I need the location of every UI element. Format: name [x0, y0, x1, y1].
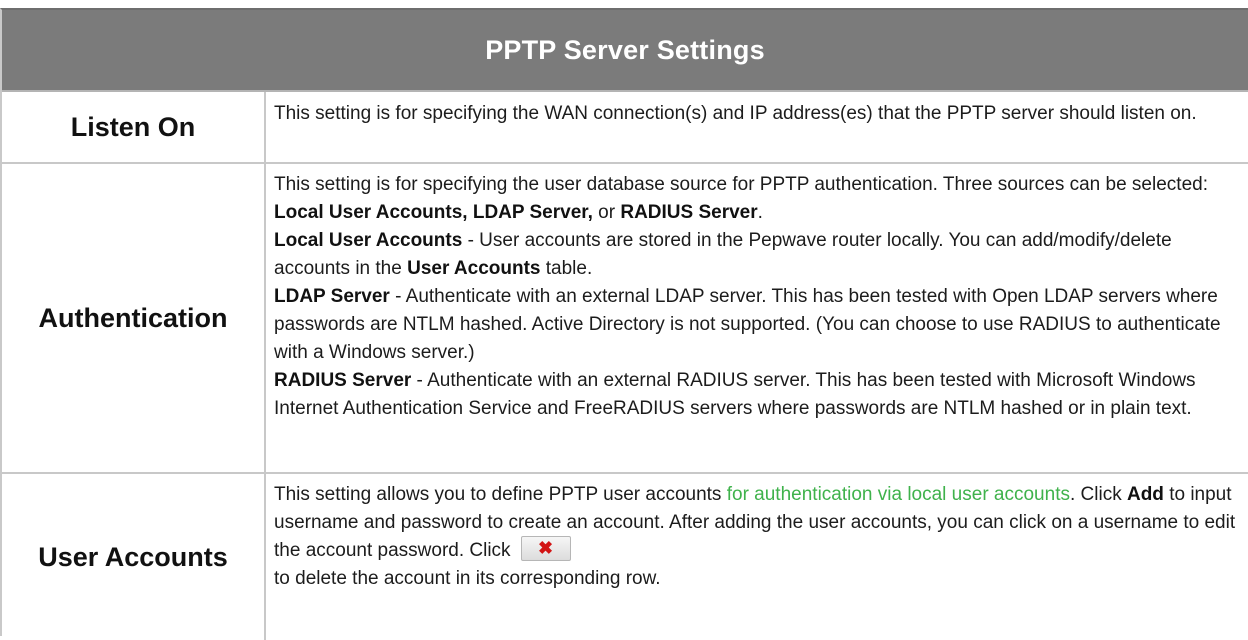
listen-on-text: This setting is for specifying the WAN c…	[274, 103, 1197, 124]
user-accounts-row: User Accounts This setting allows you to…	[2, 474, 1248, 640]
table-header: PPTP Server Settings	[2, 10, 1248, 92]
delete-instructions: to delete the account in its correspondi…	[274, 568, 661, 589]
radius-option-bold: RADIUS Server	[620, 202, 758, 223]
local-auth-link[interactable]: for authentication via local user accoun…	[727, 484, 1070, 505]
user-accounts-table-ref: User Accounts	[407, 258, 541, 279]
intro-period: .	[757, 202, 763, 223]
listen-on-label: Listen On	[2, 92, 266, 162]
ldap-text: - Authenticate with an external LDAP ser…	[274, 286, 1221, 363]
radius-text: - Authenticate with an external RADIUS s…	[274, 370, 1196, 419]
local-accounts-end: table.	[540, 258, 593, 279]
authentication-label: Authentication	[2, 164, 266, 472]
authentication-intro: This setting is for specifying the user …	[274, 174, 1208, 195]
or-text: or	[592, 202, 621, 223]
source-options-bold: Local User Accounts, LDAP Server,	[274, 202, 593, 223]
ldap-term: LDAP Server	[274, 286, 390, 307]
settings-table: PPTP Server Settings Listen On This sett…	[0, 8, 1248, 640]
page-title: PPTP Server Settings	[485, 34, 765, 65]
add-keyword: Add	[1126, 484, 1164, 505]
radius-term: RADIUS Server	[274, 370, 412, 391]
user-accounts-description: This setting allows you to define PPTP u…	[266, 474, 1248, 640]
listen-on-row: Listen On This setting is for specifying…	[2, 92, 1248, 164]
click-text: . Click	[1069, 484, 1127, 505]
delete-icon: ✖	[538, 538, 554, 559]
authentication-row: Authentication This setting is for speci…	[2, 164, 1248, 474]
listen-on-description: This setting is for specifying the WAN c…	[266, 92, 1248, 162]
user-accounts-intro: This setting allows you to define PPTP u…	[274, 484, 727, 505]
local-accounts-term: Local User Accounts	[274, 230, 463, 251]
authentication-description: This setting is for specifying the user …	[266, 164, 1248, 472]
delete-button[interactable]: ✖	[520, 536, 571, 562]
user-accounts-label: User Accounts	[2, 474, 266, 640]
